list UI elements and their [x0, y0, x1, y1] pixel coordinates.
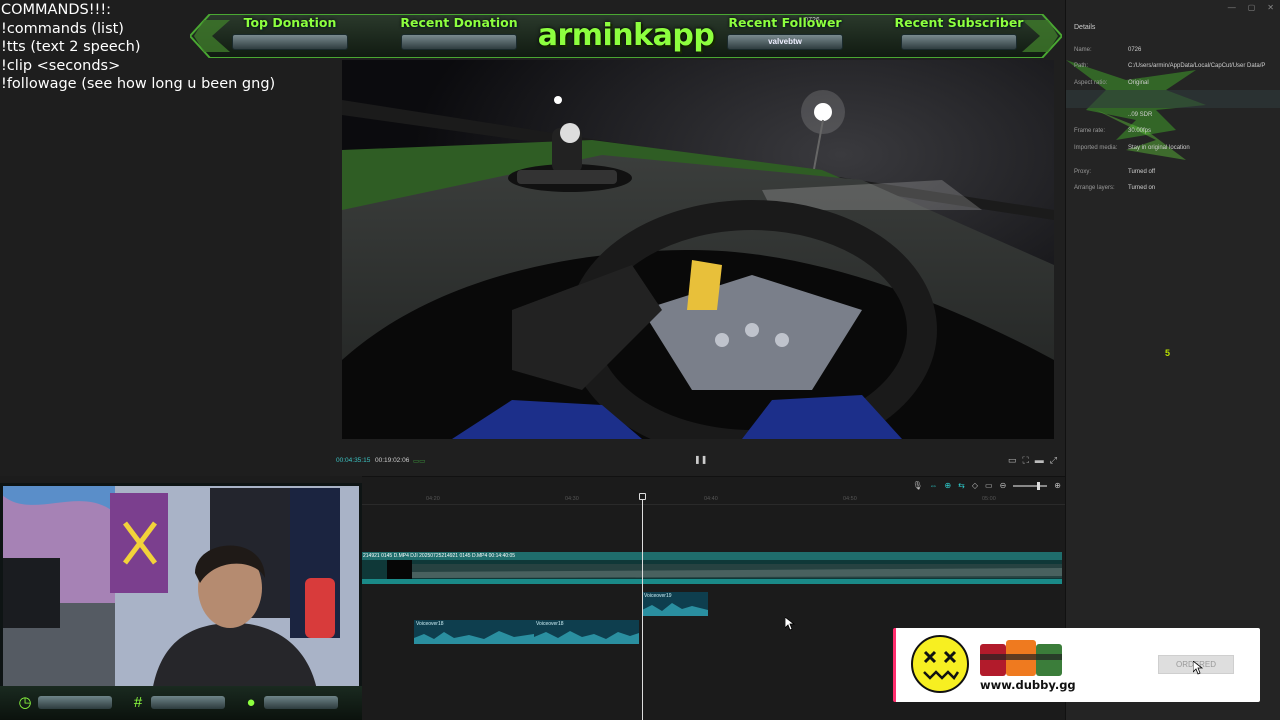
slot-title: Recent Follower — [728, 15, 842, 30]
clock-icon: ◷ — [18, 694, 32, 711]
detail-label: Proxy: — [1074, 169, 1092, 175]
webcam-frame — [0, 483, 362, 720]
detail-label: Path: — [1074, 63, 1089, 69]
webcam-feed — [0, 483, 362, 720]
clip-label: Voiceover18 — [416, 621, 444, 627]
split-icon[interactable]: ◇ — [972, 481, 978, 490]
slot-value — [401, 34, 517, 50]
ratio-icon[interactable]: ▭ — [1008, 455, 1017, 466]
timecode-badge: ▭▭ — [413, 458, 426, 465]
slot-value: valvebtw — [727, 34, 843, 50]
total-timecode: 00:19:02:06 — [375, 457, 410, 464]
detail-value: Turned off — [1128, 169, 1156, 175]
slot-value — [901, 34, 1017, 50]
detail-value: Turned on — [1128, 185, 1156, 191]
sponsor-ad[interactable]: www.dubby.gg ORDERED — [893, 628, 1260, 702]
ad-url[interactable]: www.dubby.gg — [980, 678, 1076, 692]
ad-cursor — [1193, 661, 1203, 675]
video-preview[interactable] — [342, 60, 1054, 439]
user-icon: ● — [246, 694, 256, 711]
video-track-label: 214921 0145 D.MP4 DJI 20250725214921 014… — [362, 552, 1062, 560]
detail-value: Original — [1128, 80, 1149, 86]
current-timecode: 00:04:35:15 — [336, 457, 371, 464]
aspect-icon[interactable]: ▬ — [1035, 455, 1044, 466]
detail-label: Imported media: — [1074, 145, 1118, 151]
commands-line: !followage (see how long u been gng) — [1, 76, 276, 93]
hashtag-bar — [151, 696, 225, 709]
viewers-bar — [264, 696, 338, 709]
maximize-icon[interactable]: ▢ — [1248, 3, 1256, 12]
magnet-icon[interactable]: ⊕ — [944, 481, 951, 490]
mic-icon[interactable]: 🎙 — [912, 481, 922, 490]
detail-label: Frame rate: — [1074, 128, 1106, 134]
product-tubs — [980, 640, 1062, 676]
slot-title: Top Donation — [243, 15, 337, 30]
detail-value: 30.00fps — [1128, 128, 1152, 134]
smiley-logo — [911, 635, 969, 693]
minimize-icon[interactable]: — — [1228, 3, 1236, 12]
ruler-tick: 04:20 — [426, 496, 440, 502]
pause-icon[interactable]: ❚❚ — [694, 455, 707, 465]
snap-icon[interactable]: ⇆ — [958, 481, 965, 490]
webcam-stats-bar: ◷ # ● — [0, 686, 362, 720]
ruler-tick: 04:30 — [565, 496, 579, 502]
video-frame-illustration — [342, 60, 1054, 439]
window-controls: — ▢ ✕ — [1228, 3, 1274, 12]
stream-banner: 0726 Top Donation Recent Donation armink… — [190, 14, 1062, 58]
zoom-out-icon[interactable]: ⊖ — [1000, 481, 1007, 490]
hashtag-icon: # — [133, 694, 143, 711]
timeline-ruler: 04:20 04:30 04:40 04:50 05:00 — [362, 495, 1065, 505]
timeline-toolbar: 🎙 ⇔ ⊕ ⇆ ◇ ▭ ⊖ ⊕ — [912, 481, 1061, 490]
slot-value — [232, 34, 348, 50]
clip-label: Voiceover19 — [644, 593, 672, 599]
slot-title: Recent Donation — [400, 15, 518, 30]
commands-overlay: COMMANDS!!!: !commands (list) !tts (text… — [0, 0, 330, 476]
crop-icon[interactable]: ⛶ — [1022, 455, 1028, 466]
recent-subscriber-slot: Recent Subscriber — [894, 15, 1024, 50]
close-icon[interactable]: ✕ — [1267, 3, 1274, 12]
detail-label: Name: — [1074, 47, 1092, 53]
green-splash-decoration — [1066, 60, 1280, 160]
green-number: 5 — [1165, 348, 1171, 358]
ruler-tick: 04:40 — [704, 496, 718, 502]
video-audio-wave — [362, 579, 1062, 584]
recent-follower-slot: Recent Follower valvebtw — [720, 15, 850, 50]
details-title: Details — [1074, 24, 1096, 31]
detail-label: Aspect ratio: — [1074, 80, 1108, 86]
ruler-tick: 04:50 — [843, 496, 857, 502]
playhead-line[interactable] — [642, 493, 643, 720]
voiceover-clip[interactable]: Voiceover19 — [642, 592, 708, 616]
preview-icon[interactable]: ▭ — [985, 481, 993, 490]
link-icon[interactable]: ⇔ — [929, 481, 937, 490]
clip-label: Voiceover18 — [536, 621, 564, 627]
commands-line: !clip <seconds> — [1, 57, 121, 74]
uptime-bar — [38, 696, 112, 709]
zoom-in-icon[interactable]: ⊕ — [1054, 481, 1061, 490]
detail-label: Arrange layers: — [1074, 185, 1115, 191]
fullscreen-icon[interactable]: ⤢ — [1050, 455, 1057, 466]
ruler-tick: 05:00 — [982, 496, 996, 502]
zoom-slider[interactable] — [1013, 481, 1048, 490]
top-donation-slot: Top Donation — [225, 15, 355, 50]
recent-donation-slot: Recent Donation — [394, 15, 524, 50]
playhead-handle[interactable] — [639, 493, 646, 500]
streamer-name: arminkapp — [537, 18, 715, 53]
voiceover-clip[interactable]: Voiceover18 — [414, 620, 534, 644]
details-panel: — ▢ ✕ Details Name: 0726 Path: C:/Users/… — [1065, 0, 1280, 720]
detail-value: ..09 SDR — [1128, 112, 1153, 118]
slot-title: Recent Subscriber — [894, 15, 1024, 30]
detail-value: Stay in original location — [1128, 145, 1190, 151]
voiceover-clip[interactable]: Voiceover18 — [534, 620, 639, 644]
detail-value: 0726 — [1128, 47, 1142, 53]
player-controls: 00:04:35:15 00:19:02:06 ▭▭ ❚❚ ▭ ⛶ ▬ ⤢ — [330, 452, 1065, 470]
player-tools: ▭ ⛶ ▬ ⤢ — [1008, 455, 1057, 466]
mouse-cursor — [785, 617, 795, 631]
detail-value: C:/Users/armin/AppData/Local/CapCut/User… — [1128, 63, 1266, 69]
